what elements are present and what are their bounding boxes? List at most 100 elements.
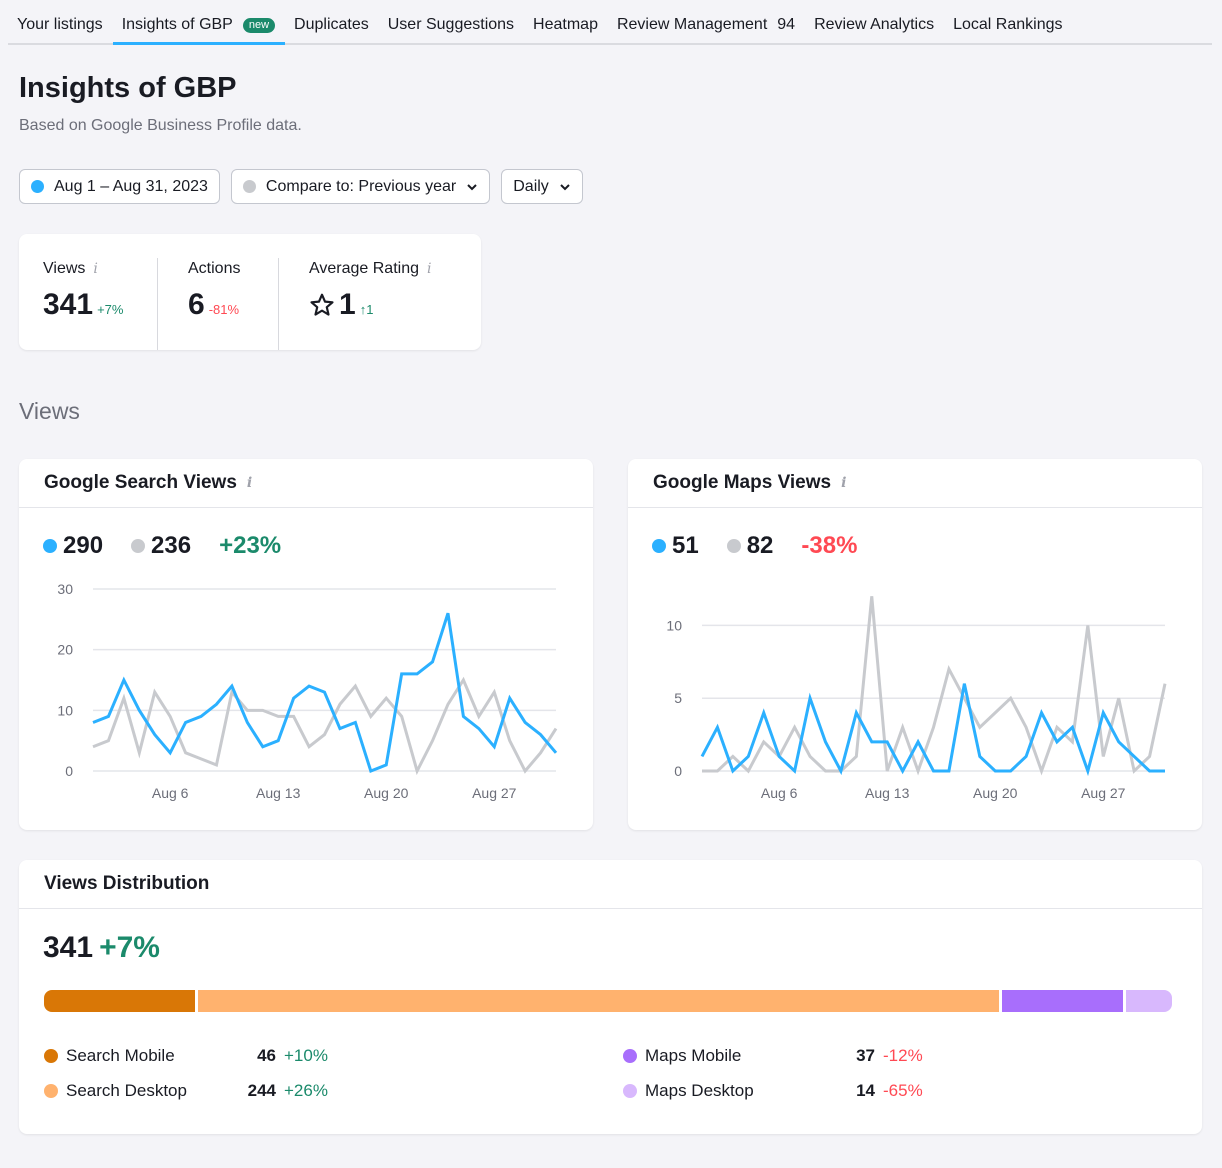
tab-review-management[interactable]: Review Management 94 — [608, 16, 805, 43]
maps-views-card: Google Maps Views i 51 82 -38% 0 5 10 Aug 6 A… — [628, 459, 1202, 830]
info-icon[interactable]: i — [93, 261, 97, 277]
kpi-rating-delta: ↑1 — [359, 302, 374, 317]
kpi-actions-value: 6 — [188, 288, 205, 321]
distribution-segment-search-mobile[interactable] — [44, 990, 195, 1012]
search-views-card: Google Search Views i 290 236 +23% 0 10 20 3… — [19, 459, 593, 830]
date-range-label: Aug 1 – Aug 31, 2023 — [54, 177, 208, 195]
legend-name: Search Mobile — [66, 1045, 175, 1065]
info-icon[interactable]: i — [427, 261, 431, 277]
x-tick-label: Aug 27 — [472, 785, 517, 801]
chevron-down-icon — [560, 183, 570, 190]
current-period-dot — [31, 180, 44, 193]
kpi-views-label: Views — [43, 260, 86, 277]
previous-dot — [726, 539, 741, 553]
tab-review-analytics[interactable]: Review Analytics — [805, 16, 944, 43]
new-badge: new — [242, 17, 276, 33]
search-views-title: Google Search Views — [44, 472, 237, 493]
legend-delta: -12% — [883, 1045, 923, 1065]
x-tick-label: Aug 13 — [865, 785, 910, 801]
kpi-actions-delta: -81% — [208, 302, 240, 317]
y-tick-label: 5 — [674, 690, 682, 706]
legend-dot — [44, 1083, 58, 1098]
tab-label: Insights of GBP — [121, 16, 233, 33]
kpi-views-value: 341 — [43, 288, 94, 321]
tab-duplicates[interactable]: Duplicates — [285, 16, 379, 43]
kpi-rating: Average Rating i 1 ↑1 — [278, 258, 455, 350]
search-delta: +23% — [219, 532, 282, 559]
x-tick-label: Aug 27 — [1081, 785, 1126, 801]
search-previous-total: 236 — [151, 532, 192, 559]
tab-label: Local Rankings — [953, 16, 1063, 33]
star-icon — [310, 293, 334, 316]
tab-count: 94 — [777, 16, 796, 33]
filters-bar: Aug 1 – Aug 31, 2023 Compare to: Previou… — [19, 169, 583, 204]
y-tick-label: 10 — [57, 702, 73, 718]
tab-local-rankings[interactable]: Local Rankings — [944, 16, 1072, 43]
tab-your-listings[interactable]: Your listings — [8, 16, 113, 43]
distribution-segment-maps-mobile[interactable] — [1001, 990, 1124, 1012]
legend-name: Maps Desktop — [645, 1080, 754, 1100]
legend-value: 14 — [856, 1080, 875, 1100]
legend-value: 37 — [856, 1045, 875, 1065]
tab-label: Review Management — [616, 16, 768, 33]
legend-dot — [623, 1083, 637, 1098]
legend-delta: -65% — [883, 1080, 923, 1100]
legend-value: 244 — [247, 1080, 276, 1100]
kpi-views: Views i 341 +7% — [19, 258, 157, 350]
tab-insights-of-gbp[interactable]: Insights of GBP new — [112, 16, 286, 45]
compare-label: Compare to: Previous year — [265, 177, 457, 195]
kpi-actions-label: Actions — [188, 260, 241, 277]
current-dot — [652, 539, 666, 553]
y-tick-label: 0 — [674, 763, 682, 779]
legend-delta: +10% — [284, 1045, 328, 1065]
compare-dropdown[interactable]: Compare to: Previous year — [230, 169, 491, 204]
x-tick-label: Aug 13 — [256, 785, 301, 801]
views-distribution-title: Views Distribution — [44, 873, 210, 894]
date-range-picker[interactable]: Aug 1 – Aug 31, 2023 — [19, 169, 220, 204]
legend-delta: +26% — [284, 1080, 328, 1100]
kpi-views-delta: +7% — [97, 302, 124, 317]
maps-current-total: 51 — [672, 532, 699, 559]
top-nav: Your listings Insights of GBP new Duplicate… — [8, 0, 1212, 45]
legend-item: Search Desktop 244 +26% — [44, 1073, 328, 1108]
distribution-segment-search-desktop[interactable] — [197, 990, 999, 1012]
info-icon[interactable]: i — [247, 475, 252, 491]
distribution-segment-maps-desktop[interactable] — [1126, 990, 1172, 1012]
search-views-chart: 0 10 20 30 Aug 6 Aug 13 Aug 20 Aug 27 — [57, 581, 558, 801]
x-tick-label: Aug 20 — [364, 785, 409, 801]
maps-views-chart: 0 5 10 Aug 6 Aug 13 Aug 20 Aug 27 — [666, 596, 1167, 801]
previous-period-dot — [242, 180, 256, 193]
distribution-total-value: 341 — [43, 931, 94, 964]
current-period-line[interactable] — [92, 612, 558, 773]
distribution-bar — [44, 990, 1172, 1012]
maps-previous-total: 82 — [746, 532, 774, 559]
tab-label: Heatmap — [533, 16, 598, 33]
page-title: Insights of GBP — [19, 72, 237, 104]
legend-name: Search Desktop — [66, 1080, 187, 1100]
tab-user-suggestions[interactable]: User Suggestions — [379, 16, 524, 43]
legend-value: 46 — [257, 1045, 276, 1065]
legend-dot — [44, 1048, 58, 1063]
tab-heatmap[interactable]: Heatmap — [524, 16, 608, 43]
search-current-total: 290 — [63, 532, 104, 559]
legend-dot — [623, 1048, 637, 1063]
maps-views-totals: 51 82 -38% — [652, 532, 1202, 560]
tab-label: Review Analytics — [814, 16, 935, 33]
legend-item: Maps Desktop 14 -65% — [623, 1073, 923, 1108]
distribution-total: 341 +7% — [43, 931, 1202, 965]
info-icon[interactable]: i — [841, 475, 846, 491]
maps-views-title: Google Maps Views — [653, 472, 832, 493]
granularity-label: Daily — [513, 177, 549, 195]
legend-item: Search Mobile 46 +10% — [44, 1038, 328, 1073]
current-dot — [43, 539, 57, 553]
distribution-total-delta: +7% — [99, 931, 160, 964]
maps-delta: -38% — [801, 532, 858, 559]
tab-label: Duplicates — [294, 16, 369, 33]
legend-item: Maps Mobile 37 -12% — [623, 1038, 923, 1073]
x-tick-label: Aug 20 — [973, 785, 1018, 801]
granularity-dropdown[interactable]: Daily — [501, 169, 583, 204]
tab-label: Your listings — [17, 16, 103, 33]
x-tick-label: Aug 6 — [761, 785, 798, 801]
distribution-legend-search: Search Mobile 46 +10% Search Desktop 244 +26% — [44, 1038, 328, 1108]
kpi-rating-value: 1 — [339, 288, 356, 321]
